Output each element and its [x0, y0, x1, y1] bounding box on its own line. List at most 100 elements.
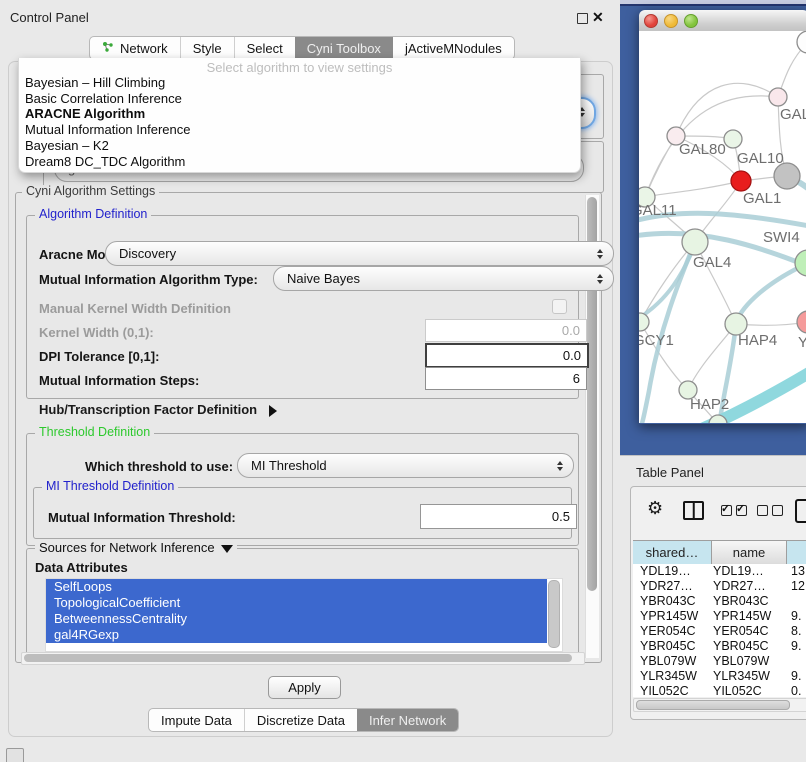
network-node-gcy1[interactable] — [639, 313, 649, 331]
dropdown-placeholder: Select algorithm to view settings — [19, 58, 580, 75]
attr-list-scroll-thumb[interactable] — [548, 580, 560, 648]
table-cell: YLR345W — [640, 669, 710, 683]
unchecked-box-icon — [772, 505, 783, 516]
table-hscroll-thumb[interactable] — [636, 700, 790, 710]
minimize-window-icon[interactable] — [664, 14, 678, 28]
table-cell: YBR045C — [640, 639, 710, 653]
apply-button[interactable]: Apply — [268, 676, 341, 699]
collapsed-arrow-icon[interactable] — [269, 405, 277, 417]
tab-discretize-data[interactable]: Discretize Data — [244, 709, 357, 731]
algorithm-option-aracne-algorithm[interactable]: ARACNE Algorithm — [19, 106, 580, 122]
algorithm-option-bayesian-k2[interactable]: Bayesian – K2 — [19, 138, 580, 154]
tab-network[interactable]: Network — [90, 37, 180, 59]
algorithm-option-bayesian-hill-climbing[interactable]: Bayesian – Hill Climbing — [19, 75, 580, 91]
tab-label: Select — [247, 41, 283, 56]
attribute-item-topologicalcoefficient[interactable]: TopologicalCoefficient — [46, 595, 547, 611]
tab-style[interactable]: Style — [180, 37, 234, 59]
table-row[interactable]: YIL052CYIL052C0. — [633, 684, 806, 697]
table-row[interactable]: YBR043CYBR043C — [633, 594, 806, 609]
table-row[interactable]: YBR045CYBR045C9. — [633, 639, 806, 654]
aracne-mode-combo[interactable]: Discovery — [105, 241, 614, 266]
network-graph[interactable]: GALGAL80GAL10GAL1GAL11SWI4GAL4GCY1HAP4YH… — [639, 31, 806, 423]
tab-impute-data[interactable]: Impute Data — [149, 709, 244, 731]
table-row[interactable]: YPR145WYPR145W9. — [633, 609, 806, 624]
collapsed-panel-icon[interactable] — [6, 748, 24, 762]
network-edge[interactable] — [676, 83, 778, 136]
close-panel-icon[interactable]: ✕ — [592, 9, 604, 26]
mi-type-label: Mutual Information Algorithm Type: — [39, 272, 258, 287]
network-edge[interactable] — [645, 181, 741, 197]
network-node-gal4[interactable] — [682, 229, 708, 255]
network-edge-wide[interactable] — [697, 367, 806, 423]
hub-definition-label: Hub/Transcription Factor Definition — [39, 402, 257, 417]
table-row[interactable]: YLR345WYLR345W9. — [633, 669, 806, 684]
table-cell: YPR145W — [640, 609, 710, 623]
network-node-gal10[interactable] — [724, 130, 742, 148]
node-label-hap4: HAP4 — [738, 332, 777, 349]
sources-group-title[interactable]: Sources for Network Inference — [35, 541, 237, 554]
which-threshold-combo[interactable]: MI Threshold — [237, 453, 574, 478]
mi-threshold-field[interactable]: 0.5 — [420, 504, 577, 529]
algorithm-option-mutual-information-inference[interactable]: Mutual Information Inference — [19, 122, 580, 138]
mi-type-combo[interactable]: Naive Bayes — [273, 266, 614, 291]
table-row[interactable]: YER054CYER054C8. — [633, 624, 806, 639]
table-doc-icon[interactable] — [795, 499, 806, 523]
kernel-width-value: 0.0 — [562, 323, 580, 338]
network-view[interactable]: GALGAL80GAL10GAL1GAL11SWI4GAL4GCY1HAP4YH… — [639, 31, 806, 423]
mi-threshold-title: MI Threshold Definition — [42, 480, 178, 493]
tab-infer-network[interactable]: Infer Network — [357, 709, 458, 731]
algorithm-option-dream8-dc-tdc-algorithm[interactable]: Dream8 DC_TDC Algorithm — [19, 154, 580, 170]
data-attributes-list[interactable]: SelfLoopsTopologicalCoefficientBetweenne… — [45, 578, 563, 652]
panel-title: Control Panel — [10, 10, 89, 25]
table-cell: YDR27… — [640, 579, 710, 593]
checked-box-icon — [736, 505, 747, 516]
attribute-item-gal4rgexp[interactable]: gal4RGexp — [46, 627, 547, 643]
gear-icon[interactable]: ⚙ — [647, 499, 663, 517]
network-node-swi4[interactable] — [795, 250, 806, 276]
network-node-y[interactable] — [797, 311, 806, 333]
table-horizontal-scrollbar[interactable] — [633, 698, 806, 712]
tab-label: Network — [120, 41, 168, 56]
table-row[interactable]: YDR27…YDR27…12 — [633, 579, 806, 594]
columns-icon[interactable] — [683, 501, 704, 520]
close-window-icon[interactable] — [644, 14, 658, 28]
deselect-all-icon[interactable] — [757, 505, 783, 516]
hub-definition-toggle[interactable]: Hub/Transcription Factor Definition — [39, 402, 277, 417]
tab-select[interactable]: Select — [234, 37, 295, 59]
zoom-window-icon[interactable] — [684, 14, 698, 28]
table-row[interactable]: YDL19…YDL19…13 — [633, 564, 806, 579]
expanded-arrow-icon[interactable] — [221, 545, 233, 553]
manual-kernel-checkbox[interactable] — [552, 299, 567, 314]
table-cell: 9. — [791, 639, 806, 653]
tab-jactivemnodules[interactable]: jActiveMNodules — [393, 37, 514, 59]
combo-arrows-icon — [597, 274, 603, 284]
network-window-titlebar[interactable] — [639, 10, 806, 32]
settings-horizontal-scrollbar[interactable] — [21, 652, 585, 665]
node-label-gal4: GAL4 — [693, 254, 731, 271]
column-header-shared[interactable]: shared… — [633, 541, 712, 564]
mi-steps-label: Mutual Information Steps: — [39, 373, 199, 388]
select-all-icon[interactable] — [721, 505, 747, 516]
algorithm-option-basic-correlation-inference[interactable]: Basic Correlation Inference — [19, 91, 580, 107]
attr-list-scrollbar[interactable] — [547, 579, 559, 649]
column-header-2[interactable] — [787, 541, 806, 564]
table-cell: YPR145W — [713, 609, 783, 623]
menubar-strip — [620, 0, 806, 6]
network-node-gal1[interactable] — [731, 171, 751, 191]
mi-steps-value: 6 — [573, 371, 580, 386]
dpi-tolerance-field[interactable]: 0.0 — [425, 343, 589, 368]
tab-cyni-toolbox[interactable]: Cyni Toolbox — [295, 37, 393, 59]
attribute-item-betweennesscentrality[interactable]: BetweennessCentrality — [46, 611, 547, 627]
attribute-item-selfloops[interactable]: SelfLoops — [46, 579, 547, 595]
mi-steps-field[interactable]: 6 — [425, 367, 587, 390]
column-header-name[interactable]: name — [712, 541, 787, 564]
kernel-width-field[interactable]: 0.0 — [425, 319, 587, 342]
dropdown-items: Bayesian – Hill ClimbingBasic Correlatio… — [19, 75, 580, 169]
float-panel-icon[interactable] — [577, 13, 588, 24]
settings-hscroll-thumb[interactable] — [24, 654, 572, 662]
dpi-tolerance-label: DPI Tolerance [0,1]: — [39, 349, 159, 364]
network-node-gal[interactable] — [769, 88, 787, 106]
table-cell: YBL079W — [713, 654, 783, 668]
network-node[interactable] — [797, 31, 806, 53]
table-row[interactable]: YBL079WYBL079W — [633, 654, 806, 669]
